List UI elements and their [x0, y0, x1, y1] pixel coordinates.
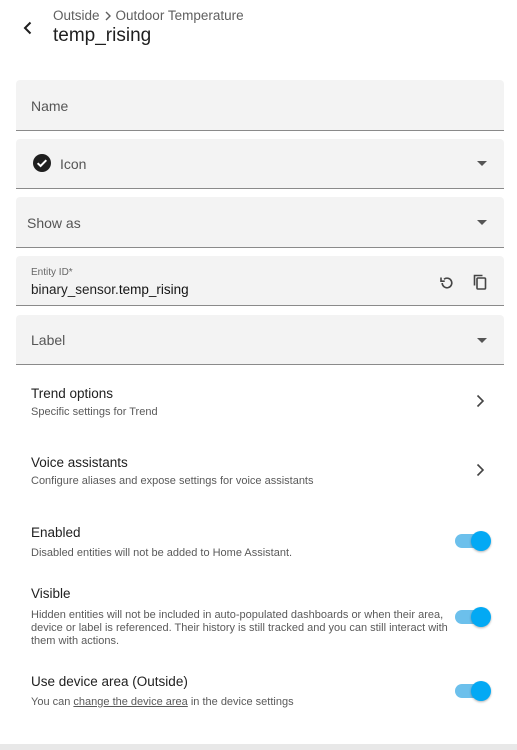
label-placeholder: Label	[31, 332, 66, 348]
entity-settings-dialog: Outside Outdoor Temperature temp_rising …	[0, 0, 517, 750]
device-area-subtitle: You can change the device area in the de…	[31, 696, 294, 709]
visible-title: Visible	[31, 586, 71, 601]
trend-options-subtitle: Specific settings for Trend	[31, 406, 158, 418]
check-circle-icon	[32, 153, 52, 173]
entity-id-label: Entity ID*	[31, 267, 73, 278]
visible-subtitle: Hidden entities will not be included in …	[31, 609, 448, 647]
back-button[interactable]	[12, 12, 44, 44]
entity-id-value[interactable]: binary_sensor.temp_rising	[31, 282, 189, 297]
chevron-right-icon	[104, 11, 112, 21]
toggle-thumb	[471, 607, 491, 627]
label-select[interactable]: Label	[16, 315, 504, 365]
device-area-subtitle-suffix: in the device settings	[187, 696, 294, 708]
page-title: temp_rising	[53, 25, 152, 46]
copy-icon[interactable]	[468, 270, 492, 294]
visible-row: Visible Hidden entities will not be incl…	[0, 579, 517, 654]
enabled-toggle[interactable]	[455, 530, 491, 551]
chevron-right-icon	[473, 463, 487, 477]
icon-picker[interactable]: Icon	[16, 139, 504, 189]
voice-assistants-title: Voice assistants	[31, 455, 128, 470]
enabled-subtitle: Disabled entities will not be added to H…	[31, 547, 293, 559]
voice-assistants-row[interactable]: Voice assistants Configure aliases and e…	[0, 447, 517, 497]
breadcrumb-area[interactable]: Outside	[53, 8, 100, 23]
trend-options-title: Trend options	[31, 386, 114, 401]
entity-id-prefix: binary_sensor.	[31, 282, 119, 297]
chevron-down-icon	[477, 220, 487, 225]
breadcrumb: Outside Outdoor Temperature	[53, 8, 244, 23]
trend-options-row[interactable]: Trend options Specific settings for Tren…	[0, 378, 517, 428]
arrow-left-icon	[20, 20, 36, 36]
entity-id-suffix: temp_rising	[118, 282, 189, 297]
chevron-right-icon	[473, 394, 487, 408]
voice-assistants-subtitle: Configure aliases and expose settings fo…	[31, 475, 314, 487]
chevron-down-icon	[477, 338, 487, 343]
change-device-area-link[interactable]: change the device area	[73, 696, 187, 708]
show-as-placeholder: Show as	[27, 215, 81, 231]
device-area-title: Use device area (Outside)	[31, 674, 188, 689]
icon-placeholder: Icon	[60, 156, 87, 172]
restore-icon[interactable]	[435, 271, 459, 295]
header: Outside Outdoor Temperature temp_rising	[0, 0, 517, 60]
breadcrumb-device[interactable]: Outdoor Temperature	[116, 8, 244, 23]
toggle-thumb	[471, 531, 491, 551]
toggle-thumb	[471, 681, 491, 701]
show-as-select[interactable]: Show as	[16, 197, 504, 248]
enabled-row: Enabled Disabled entities will not be ad…	[0, 518, 517, 568]
entity-id-field[interactable]: Entity ID* binary_sensor.temp_rising	[16, 256, 504, 306]
name-field[interactable]: Name	[16, 80, 504, 131]
device-area-row: Use device area (Outside) You can change…	[0, 667, 517, 717]
visible-toggle[interactable]	[455, 606, 491, 627]
device-area-toggle[interactable]	[455, 680, 491, 701]
chevron-down-icon	[477, 161, 487, 166]
enabled-title: Enabled	[31, 525, 81, 540]
device-area-subtitle-prefix: You can	[31, 696, 74, 708]
name-placeholder: Name	[31, 98, 69, 114]
